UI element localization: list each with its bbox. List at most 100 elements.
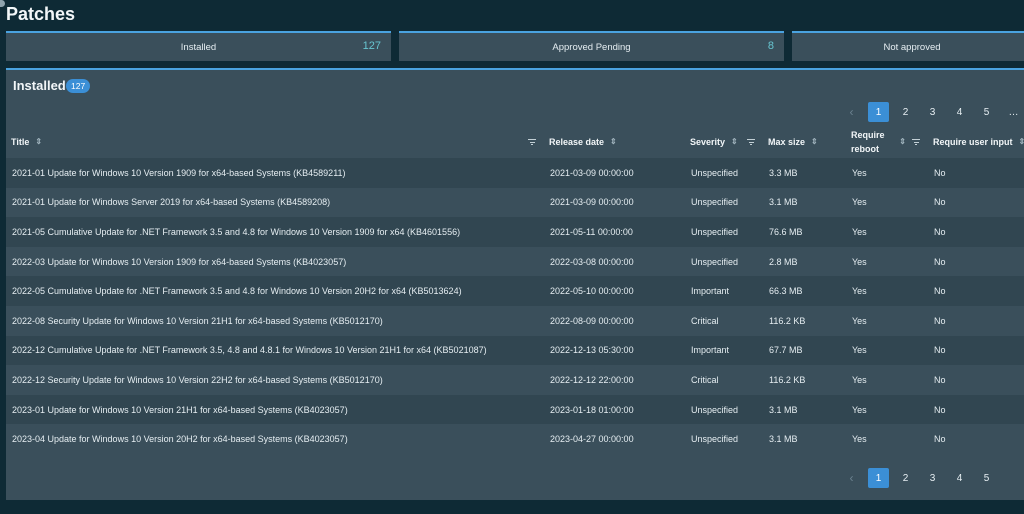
cell-severity: Unspecified [691,404,739,415]
summary-installed-label: Installed [180,42,217,53]
cell-release-date: 2022-12-12 22:00:00 [550,374,634,385]
more-pages-button[interactable]: … [1003,102,1024,122]
table-row[interactable]: 2022-12 Cumulative Update for .NET Frame… [6,335,1024,366]
prev-page-icon[interactable]: ‹ [841,468,862,488]
cell-title: 2021-01 Update for Windows Server 2019 f… [12,197,331,208]
cell-max-size: 116.2 KB [769,374,806,385]
cell-max-size: 76.6 MB [769,226,803,237]
table-row[interactable]: 2022-05 Cumulative Update for .NET Frame… [6,276,1024,306]
cell-release-date: 2021-05-11 00:00:00 [550,226,633,237]
cell-severity: Unspecified [691,434,739,445]
page-1-button[interactable]: 1 [868,102,889,122]
sort-icon[interactable]: ⇕ [35,138,42,146]
summary-pending-count: 8 [767,40,774,52]
cell-require-reboot: Yes [852,404,867,415]
cell-require-user-input: No [934,434,946,445]
cell-release-date: 2022-03-08 00:00:00 [550,256,634,267]
header-title-label: Title [11,137,30,147]
cell-release-date: 2022-12-13 05:30:00 [550,345,634,356]
pagination-top: ‹ 1 2 3 4 5 … [841,102,1024,122]
cell-max-size: 3.1 MB [769,197,798,208]
header-require-user-input-label: Require user input [933,137,1013,147]
filter-icon[interactable] [528,139,536,145]
cell-max-size: 67.7 MB [769,345,803,356]
cell-max-size: 3.1 MB [769,434,798,445]
sort-icon[interactable]: ⇕ [1019,138,1024,146]
table-row[interactable]: 2021-05 Cumulative Update for .NET Frame… [6,217,1024,247]
cell-severity: Unspecified [691,256,739,267]
cell-severity: Critical [691,315,719,326]
summary-card-approved-pending[interactable]: Approved Pending 8 [399,31,784,61]
header-title[interactable]: Title ⇕ [6,126,544,158]
page-1-button[interactable]: 1 [868,468,889,488]
patches-page: Patches Installed 127 Approved Pending 8… [0,0,1024,514]
cell-max-size: 3.1 MB [769,404,798,415]
sort-icon[interactable]: ⇕ [610,138,617,146]
table-row[interactable]: 2021-01 Update for Windows Server 2019 f… [6,187,1024,218]
header-severity[interactable]: Severity ⇕ [685,126,763,158]
page-4-button[interactable]: 4 [949,102,970,122]
cell-title: 2021-05 Cumulative Update for .NET Frame… [12,226,461,237]
panel-title: Installed [13,78,66,93]
table-row[interactable]: 2023-01 Update for Windows 10 Version 21… [6,394,1024,425]
cell-max-size: 2.8 MB [769,256,798,267]
cell-title: 2022-05 Cumulative Update for .NET Frame… [12,286,462,297]
header-release-date[interactable]: Release date ⇕ [544,126,685,158]
cell-severity: Unspecified [691,167,739,178]
summary-card-not-approved[interactable]: Not approved [792,31,1024,61]
table-row[interactable]: 2022-03 Update for Windows 10 Version 19… [6,246,1024,277]
cell-title: 2023-04 Update for Windows 10 Version 20… [12,434,348,445]
cell-require-reboot: Yes [852,226,867,237]
cell-title: 2022-08 Security Update for Windows 10 V… [12,315,383,326]
page-title: Patches [6,4,76,24]
cell-severity: Unspecified [691,226,739,237]
cell-require-user-input: No [934,374,946,385]
patches-table: Title ⇕ Release date ⇕ Severity ⇕ Max si… [6,126,1024,454]
summary-not-approved-label: Not approved [883,42,941,53]
table-row[interactable]: 2022-12 Security Update for Windows 10 V… [6,365,1024,395]
summary-card-installed[interactable]: Installed 127 [6,31,391,61]
table-row[interactable]: 2022-08 Security Update for Windows 10 V… [6,305,1024,336]
table-row[interactable]: 2021-01 Update for Windows 10 Version 19… [6,158,1024,188]
sort-icon[interactable]: ⇕ [899,138,906,146]
sort-icon[interactable]: ⇕ [811,138,818,146]
page-2-button[interactable]: 2 [895,468,916,488]
sort-icon[interactable]: ⇕ [731,138,738,146]
cell-release-date: 2023-01-18 01:00:00 [550,404,634,415]
cell-max-size: 3.3 MB [769,167,798,178]
cell-release-date: 2022-08-09 00:00:00 [550,315,634,326]
cell-severity: Unspecified [691,197,739,208]
page-3-button[interactable]: 3 [922,468,943,488]
cell-require-reboot: Yes [852,197,867,208]
filter-icon[interactable] [747,139,755,145]
page-3-button[interactable]: 3 [922,102,943,122]
header-require-reboot[interactable]: Require reboot ⇕ [846,126,928,158]
filter-icon[interactable] [912,139,920,145]
cell-title: 2022-12 Security Update for Windows 10 V… [12,374,383,385]
page-5-button[interactable]: 5 [976,468,997,488]
installed-panel: Installed 127 ‹ 1 2 3 4 5 … Title ⇕ Rele… [6,68,1024,500]
cell-require-reboot: Yes [852,167,867,178]
cell-release-date: 2021-03-09 00:00:00 [550,167,634,178]
prev-page-icon[interactable]: ‹ [841,102,862,122]
cell-require-user-input: No [934,315,946,326]
page-4-button[interactable]: 4 [949,468,970,488]
header-severity-label: Severity [690,137,726,147]
header-max-size[interactable]: Max size ⇕ [763,126,846,158]
cell-release-date: 2022-05-10 00:00:00 [550,286,634,297]
page-5-button[interactable]: 5 [976,102,997,122]
cell-require-reboot: Yes [852,286,867,297]
cell-require-reboot: Yes [852,256,867,267]
cell-require-reboot: Yes [852,315,867,326]
page-2-button[interactable]: 2 [895,102,916,122]
table-row[interactable]: 2023-04 Update for Windows 10 Version 20… [6,424,1024,454]
panel-count-badge: 127 [66,79,91,93]
cell-require-reboot: Yes [852,374,867,385]
pagination-bottom: ‹ 1 2 3 4 5 [841,468,1003,488]
cell-title: 2022-03 Update for Windows 10 Version 19… [12,256,347,267]
cell-title: 2022-12 Cumulative Update for .NET Frame… [12,345,487,356]
header-require-user-input[interactable]: Require user input ⇕ [928,126,1024,158]
cell-require-user-input: No [934,256,946,267]
table-header-row: Title ⇕ Release date ⇕ Severity ⇕ Max si… [6,126,1024,158]
cell-require-user-input: No [934,286,946,297]
